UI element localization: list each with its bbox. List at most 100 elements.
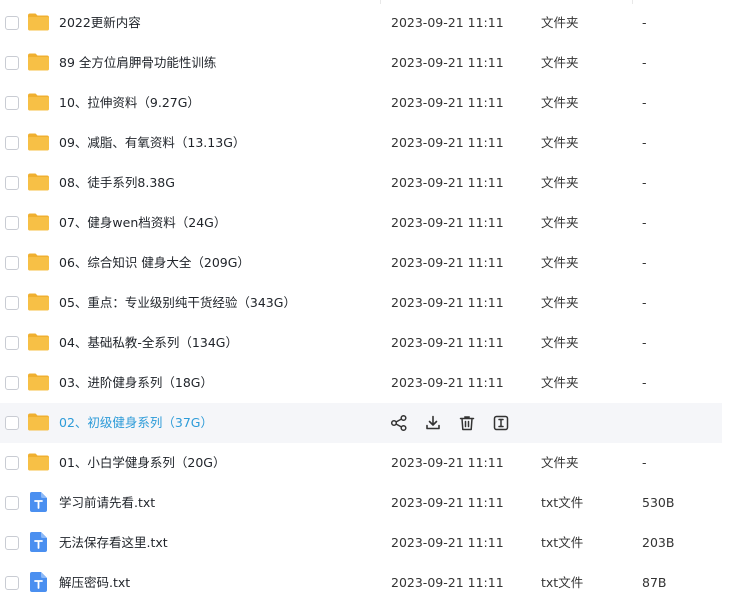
file-size: - — [642, 55, 647, 70]
file-type: 文件夹 — [541, 175, 579, 190]
folder-icon — [28, 53, 49, 71]
row-checkbox[interactable] — [5, 296, 19, 310]
file-list: 2022更新内容 2023-09-21 11:11 文件夹 - 89 全方位肩胛… — [0, 0, 743, 604]
file-row[interactable]: 09、减脂、有氧资料（13.13G） 2023-09-21 11:11 文件夹 … — [0, 123, 722, 163]
file-row[interactable]: 2022更新内容 2023-09-21 11:11 文件夹 - — [0, 3, 722, 43]
folder-icon — [28, 93, 49, 111]
row-checkbox[interactable] — [5, 376, 19, 390]
row-checkbox[interactable] — [5, 496, 19, 510]
file-row[interactable]: 89 全方位肩胛骨功能性训练 2023-09-21 11:11 文件夹 - — [0, 43, 722, 83]
folder-icon — [28, 333, 49, 351]
file-row[interactable]: 01、小白学健身系列（20G） 2023-09-21 11:11 文件夹 - — [0, 443, 722, 483]
file-name[interactable]: 02、初级健身系列（37G） — [59, 403, 213, 443]
file-row-hovered[interactable]: 02、初级健身系列（37G） — [0, 403, 722, 443]
txt-file-icon — [30, 492, 47, 512]
file-name[interactable]: 10、拉伸资料（9.27G） — [59, 83, 200, 123]
file-name[interactable]: 2022更新内容 — [59, 3, 141, 43]
modified-date: 2023-09-21 11:11 — [391, 135, 504, 150]
file-size: - — [642, 15, 647, 30]
modified-date: 2023-09-21 11:11 — [391, 495, 504, 510]
file-row[interactable]: 10、拉伸资料（9.27G） 2023-09-21 11:11 文件夹 - — [0, 83, 722, 123]
row-checkbox[interactable] — [5, 136, 19, 150]
folder-icon — [28, 453, 49, 471]
row-checkbox[interactable] — [5, 336, 19, 350]
file-type: txt文件 — [541, 535, 584, 550]
file-type: 文件夹 — [541, 375, 579, 390]
row-checkbox[interactable] — [5, 56, 19, 70]
file-type: 文件夹 — [541, 335, 579, 350]
row-checkbox[interactable] — [5, 456, 19, 470]
folder-icon — [28, 373, 49, 391]
row-checkbox[interactable] — [5, 16, 19, 30]
file-size: - — [642, 295, 647, 310]
file-row[interactable]: 学习前请先看.txt 2023-09-21 11:11 txt文件 530B — [0, 483, 722, 523]
txt-file-icon — [30, 572, 47, 592]
row-checkbox[interactable] — [5, 216, 19, 230]
row-checkbox[interactable] — [5, 576, 19, 590]
modified-date: 2023-09-21 11:11 — [391, 175, 504, 190]
row-actions — [390, 414, 510, 432]
modified-date: 2023-09-21 11:11 — [391, 535, 504, 550]
folder-icon — [28, 253, 49, 271]
file-row[interactable]: 06、综合知识 健身大全（209G） 2023-09-21 11:11 文件夹 … — [0, 243, 722, 283]
file-size: 87B — [642, 575, 667, 590]
file-row[interactable]: 08、徒手系列8.38G 2023-09-21 11:11 文件夹 - — [0, 163, 722, 203]
share-icon[interactable] — [390, 414, 408, 432]
file-name[interactable]: 01、小白学健身系列（20G） — [59, 443, 226, 483]
file-size: - — [642, 455, 647, 470]
file-size: - — [642, 215, 647, 230]
download-icon[interactable] — [424, 414, 442, 432]
file-type: txt文件 — [541, 575, 584, 590]
file-name[interactable]: 05、重点：专业级别纯干货经验（343G） — [59, 283, 296, 323]
folder-icon — [28, 213, 49, 231]
file-name[interactable]: 09、减脂、有氧资料（13.13G） — [59, 123, 245, 163]
file-name[interactable]: 03、进阶健身系列（18G） — [59, 363, 213, 403]
file-size: - — [642, 335, 647, 350]
modified-date: 2023-09-21 11:11 — [391, 455, 504, 470]
file-type: txt文件 — [541, 495, 584, 510]
file-size: - — [642, 375, 647, 390]
row-checkbox[interactable] — [5, 536, 19, 550]
modified-date: 2023-09-21 11:11 — [391, 55, 504, 70]
modified-date: 2023-09-21 11:11 — [391, 335, 504, 350]
file-size: - — [642, 255, 647, 270]
file-row[interactable]: 07、健身wen档资料（24G） 2023-09-21 11:11 文件夹 - — [0, 203, 722, 243]
txt-file-icon — [30, 532, 47, 552]
file-name[interactable]: 学习前请先看.txt — [59, 483, 155, 523]
file-name[interactable]: 04、基础私教-全系列（134G） — [59, 323, 238, 363]
folder-icon — [28, 13, 49, 31]
file-row[interactable]: 05、重点：专业级别纯干货经验（343G） 2023-09-21 11:11 文… — [0, 283, 722, 323]
file-name[interactable]: 解压密码.txt — [59, 563, 130, 603]
file-size: 530B — [642, 495, 675, 510]
file-size: 203B — [642, 535, 675, 550]
file-size: - — [642, 135, 647, 150]
modified-date: 2023-09-21 11:11 — [391, 15, 504, 30]
modified-date: 2023-09-21 11:11 — [391, 215, 504, 230]
file-type: 文件夹 — [541, 95, 579, 110]
file-name[interactable]: 08、徒手系列8.38G — [59, 163, 175, 203]
file-row[interactable]: 03、进阶健身系列（18G） 2023-09-21 11:11 文件夹 - — [0, 363, 722, 403]
folder-icon — [28, 133, 49, 151]
modified-date: 2023-09-21 11:11 — [391, 95, 504, 110]
row-checkbox[interactable] — [5, 176, 19, 190]
file-type: 文件夹 — [541, 15, 579, 30]
file-name[interactable]: 06、综合知识 健身大全（209G） — [59, 243, 250, 283]
file-row[interactable]: 无法保存看这里.txt 2023-09-21 11:11 txt文件 203B — [0, 523, 722, 563]
file-size: - — [642, 175, 647, 190]
file-name[interactable]: 无法保存看这里.txt — [59, 523, 168, 563]
row-checkbox[interactable] — [5, 96, 19, 110]
file-name[interactable]: 89 全方位肩胛骨功能性训练 — [59, 43, 216, 83]
file-name[interactable]: 07、健身wen档资料（24G） — [59, 203, 226, 243]
modified-date: 2023-09-21 11:11 — [391, 295, 504, 310]
file-row[interactable]: 解压密码.txt 2023-09-21 11:11 txt文件 87B — [0, 563, 722, 603]
file-type: 文件夹 — [541, 55, 579, 70]
modified-date: 2023-09-21 11:11 — [391, 575, 504, 590]
row-checkbox[interactable] — [5, 416, 19, 430]
file-row[interactable]: 04、基础私教-全系列（134G） 2023-09-21 11:11 文件夹 - — [0, 323, 722, 363]
delete-icon[interactable] — [458, 414, 476, 432]
folder-icon — [28, 413, 49, 431]
row-checkbox[interactable] — [5, 256, 19, 270]
modified-date: 2023-09-21 11:11 — [391, 255, 504, 270]
rename-icon[interactable] — [492, 414, 510, 432]
folder-icon — [28, 293, 49, 311]
